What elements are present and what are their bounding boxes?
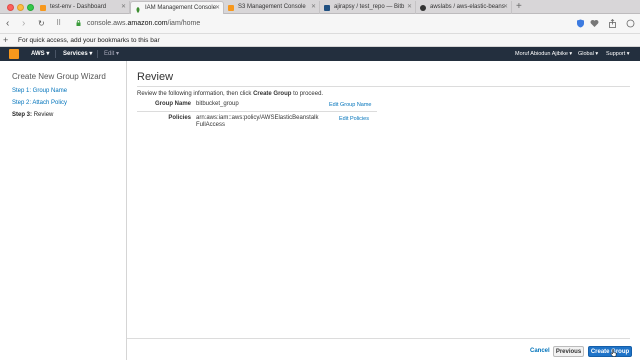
title-divider	[137, 86, 630, 87]
leaf-favicon-icon	[135, 6, 141, 13]
wizard-step-group-name[interactable]: Step 1: Group Name	[12, 88, 67, 94]
add-bookmark-icon[interactable]: +	[3, 34, 8, 46]
review-panel: Review Review the following information,…	[127, 61, 637, 360]
apps-grid-icon[interactable]: ⠿	[56, 17, 61, 31]
edit-label: Edit	[104, 51, 115, 57]
close-window-button[interactable]	[7, 3, 14, 11]
wizard-title: Create New Group Wizard	[12, 72, 106, 81]
tab-title: IAM Management Console	[145, 5, 217, 11]
previous-button[interactable]: Previous	[553, 346, 584, 357]
tab-title: S3 Management Console	[238, 4, 306, 10]
url-path: /iam/home	[167, 20, 201, 27]
secure-lock-icon	[76, 20, 81, 26]
wizard-step-attach-policy[interactable]: Step 2: Attach Policy	[12, 100, 67, 106]
wizard-step-review: Step 3: Review	[12, 112, 53, 118]
tab-title: test-env - Dashboard	[50, 4, 107, 10]
tab-close-icon[interactable]: ✕	[407, 1, 412, 14]
bookmarks-hint: For quick access, add your bookmarks to …	[18, 37, 160, 44]
nav-divider	[97, 50, 98, 58]
wizard-step-prefix: Step 3:	[12, 112, 33, 118]
browser-tab-s3[interactable]: S3 Management Console ✕	[224, 1, 320, 14]
services-label: Services	[63, 51, 88, 57]
wizard-sidebar: Create New Group Wizard Step 1: Group Na…	[0, 61, 127, 360]
bitbucket-favicon-icon	[324, 4, 330, 11]
edit-policies-link[interactable]: Edit Policies	[339, 116, 369, 122]
review-instructions: Review the following information, then c…	[137, 91, 323, 97]
policy-arn: arn:aws:iam::aws:policy/AWSElasticBeanst…	[196, 115, 319, 129]
url-input[interactable]: console.aws.amazon.com/iam/home	[87, 18, 200, 30]
github-favicon-icon	[420, 4, 426, 11]
policies-label: Policies	[168, 115, 191, 121]
aws-brand-menu[interactable]: AWS ▾	[31, 47, 49, 61]
tab-close-icon[interactable]: ✕	[121, 1, 126, 14]
policy-arn-line2: FullAccess	[196, 121, 226, 128]
tab-title: ajirapsy / test_repo — Bitb	[334, 4, 405, 10]
intro-text-end: to proceed.	[291, 91, 324, 97]
aws-top-nav: AWS ▾ Services ▾ Edit ▾ Moruf Abiodun Aj…	[0, 47, 640, 61]
extension-menu-icon[interactable]	[626, 19, 635, 28]
intro-bold: Create Group	[253, 91, 292, 97]
account-name: Moruf Abiodun Ajibike	[515, 51, 568, 57]
url-host-prefix: console.aws.	[87, 20, 128, 27]
url-host-main: amazon.com	[127, 20, 168, 27]
browser-tab-iam[interactable]: IAM Management Console ✕	[130, 1, 224, 14]
account-menu[interactable]: Moruf Abiodun Ajibike ▾	[515, 47, 572, 61]
support-menu[interactable]: Support ▾	[606, 47, 630, 61]
aws-brand-label: AWS	[31, 51, 45, 57]
browser-tab-github[interactable]: awslabs / aws-elastic-beans ✕	[416, 1, 512, 14]
bookmarks-bar: + For quick access, add your bookmarks t…	[0, 34, 640, 47]
reload-icon[interactable]: ↻	[38, 17, 45, 31]
maximize-window-button[interactable]	[27, 3, 34, 11]
edit-menu[interactable]: Edit ▾	[104, 47, 119, 61]
address-toolbar: ‹ › ↻ ⠿ console.aws.amazon.com/iam/home	[0, 14, 640, 34]
tab-close-icon[interactable]: ✕	[311, 1, 316, 14]
back-icon[interactable]: ‹	[6, 17, 9, 31]
share-icon[interactable]	[608, 19, 617, 28]
new-tab-button[interactable]: +	[516, 0, 522, 14]
browser-tab-bitbucket[interactable]: ajirapsy / test_repo — Bitb ✕	[320, 1, 416, 14]
group-name-value: bitbucket_group	[196, 100, 239, 107]
wizard-step-label: Review	[33, 112, 54, 118]
footer-divider	[127, 338, 630, 339]
tab-title: awslabs / aws-elastic-beans	[430, 4, 505, 10]
browser-tab-bar: test-env - Dashboard ✕ IAM Management Co…	[0, 0, 640, 14]
shield-extension-icon[interactable]	[576, 19, 585, 28]
aws-favicon-icon	[228, 4, 234, 11]
edit-group-name-link[interactable]: Edit Group Name	[329, 102, 372, 108]
mouse-cursor-icon	[610, 349, 617, 357]
group-name-label: Group Name	[154, 101, 191, 107]
support-label: Support	[606, 51, 626, 57]
browser-tab-dashboard[interactable]: test-env - Dashboard ✕	[36, 1, 130, 14]
nav-divider	[55, 50, 56, 58]
region-menu[interactable]: Global ▾	[578, 47, 598, 61]
region-label: Global	[578, 51, 594, 57]
aws-favicon-icon	[40, 4, 46, 11]
minimize-window-button[interactable]	[17, 3, 24, 11]
tab-close-icon[interactable]: ✕	[503, 1, 508, 14]
tab-close-icon[interactable]: ✕	[215, 2, 220, 14]
aws-cube-logo-icon[interactable]	[9, 49, 19, 59]
forward-icon[interactable]: ›	[22, 17, 25, 31]
page-title: Review	[137, 71, 174, 83]
intro-text: Review the following information, then c…	[137, 91, 254, 97]
cancel-button[interactable]: Cancel	[530, 346, 550, 357]
policy-arn-line1: arn:aws:iam::aws:policy/AWSElasticBeanst…	[196, 114, 319, 121]
row-divider	[137, 111, 377, 112]
heart-icon[interactable]	[590, 19, 599, 28]
services-menu[interactable]: Services ▾	[63, 47, 92, 61]
